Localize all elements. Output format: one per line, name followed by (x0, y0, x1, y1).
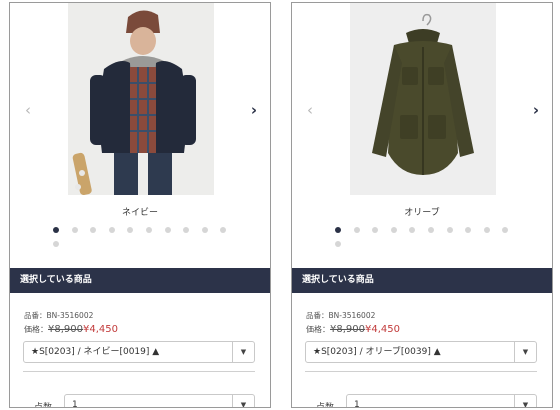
carousel-prev-button[interactable]: ‹ (302, 102, 318, 118)
price-label: 価格： (306, 325, 330, 334)
carousel-dot[interactable] (502, 227, 509, 233)
carousel-dot[interactable] (164, 227, 171, 233)
carousel-dot[interactable] (183, 227, 190, 233)
divider (23, 371, 255, 372)
carousel-dot[interactable] (108, 227, 115, 233)
variant-select-value: ★S[0203] / ネイビー[0019] ▲ (31, 347, 160, 357)
product-photo-olive-jacket[interactable] (350, 3, 496, 195)
caret-down-icon[interactable]: ▼ (232, 342, 254, 362)
chevron-right-icon: › (532, 100, 540, 119)
caret-down-icon[interactable]: ▼ (514, 342, 536, 362)
model-wearing-navy-jacket-image (68, 3, 214, 195)
quantity-select-value: 1 (354, 400, 360, 408)
product-photo-navy-jacket[interactable] (68, 3, 214, 195)
carousel-dot[interactable] (465, 227, 472, 233)
color-name-label: オリーブ (404, 208, 440, 218)
carousel-dot[interactable] (53, 227, 59, 233)
quantity-select[interactable]: 1 ▼ (64, 394, 255, 408)
divider (305, 371, 537, 372)
original-price: ¥8,900 (48, 324, 83, 335)
carousel-dot[interactable] (409, 227, 416, 233)
quantity-select-value: 1 (72, 400, 78, 408)
olive-jacket-on-hanger-image (350, 3, 496, 195)
carousel-dot[interactable] (428, 227, 434, 233)
chevron-left-icon: ‹ (307, 100, 313, 119)
variant-select[interactable]: ★S[0203] / オリーブ[0039] ▲ ▼ (305, 341, 537, 363)
quantity-label: 点数 (34, 403, 53, 408)
product-price: 価格：¥8,900¥4,450 (306, 324, 400, 335)
carousel-next-button[interactable]: › (528, 102, 544, 118)
chevron-right-icon: › (250, 100, 258, 119)
carousel-dot[interactable] (71, 227, 78, 233)
sale-price: ¥4,450 (83, 324, 118, 335)
original-price: ¥8,900 (330, 324, 365, 335)
chevron-left-icon: ‹ (25, 100, 31, 119)
variant-select-value: ★S[0203] / オリーブ[0039] ▲ (313, 347, 441, 357)
carousel-next-button[interactable]: › (246, 102, 262, 118)
product-panel-navy: ‹ › ネイビー 選択している商品 品番：BN-3516002 価格：¥8,90… (9, 2, 271, 408)
carousel-dot[interactable] (372, 227, 379, 233)
quantity-label: 点数 (316, 403, 335, 408)
carousel-prev-button[interactable]: ‹ (20, 102, 36, 118)
carousel-dot[interactable] (390, 227, 397, 233)
price-label: 価格： (24, 325, 48, 334)
carousel-dot[interactable] (201, 227, 208, 233)
product-code: 品番：BN-3516002 (306, 311, 376, 320)
sale-price: ¥4,450 (365, 324, 400, 335)
selected-product-header: 選択している商品 (10, 268, 270, 293)
carousel-pagination (292, 227, 552, 253)
carousel-dot[interactable] (335, 241, 341, 247)
carousel-dot[interactable] (146, 227, 152, 233)
quantity-select[interactable]: 1 ▼ (346, 394, 537, 408)
caret-down-icon[interactable]: ▼ (514, 395, 536, 407)
carousel-dot[interactable] (220, 227, 227, 233)
product-price: 価格：¥8,900¥4,450 (24, 324, 118, 335)
carousel-dot[interactable] (353, 227, 360, 233)
carousel-dot[interactable] (446, 227, 453, 233)
product-panel-olive: ‹ › オリーブ 選択している商品 品番：BN-3516002 価格：¥8,90… (291, 2, 553, 408)
carousel-pagination (10, 227, 270, 253)
carousel-dot[interactable] (127, 227, 134, 233)
caret-down-icon[interactable]: ▼ (232, 395, 254, 407)
product-code: 品番：BN-3516002 (24, 311, 94, 320)
carousel-dot[interactable] (53, 241, 59, 247)
carousel-dot[interactable] (483, 227, 490, 233)
carousel-dot[interactable] (335, 227, 341, 233)
variant-select[interactable]: ★S[0203] / ネイビー[0019] ▲ ▼ (23, 341, 255, 363)
color-name-label: ネイビー (121, 208, 158, 218)
carousel-dot[interactable] (90, 227, 97, 233)
selected-product-header: 選択している商品 (292, 268, 552, 293)
